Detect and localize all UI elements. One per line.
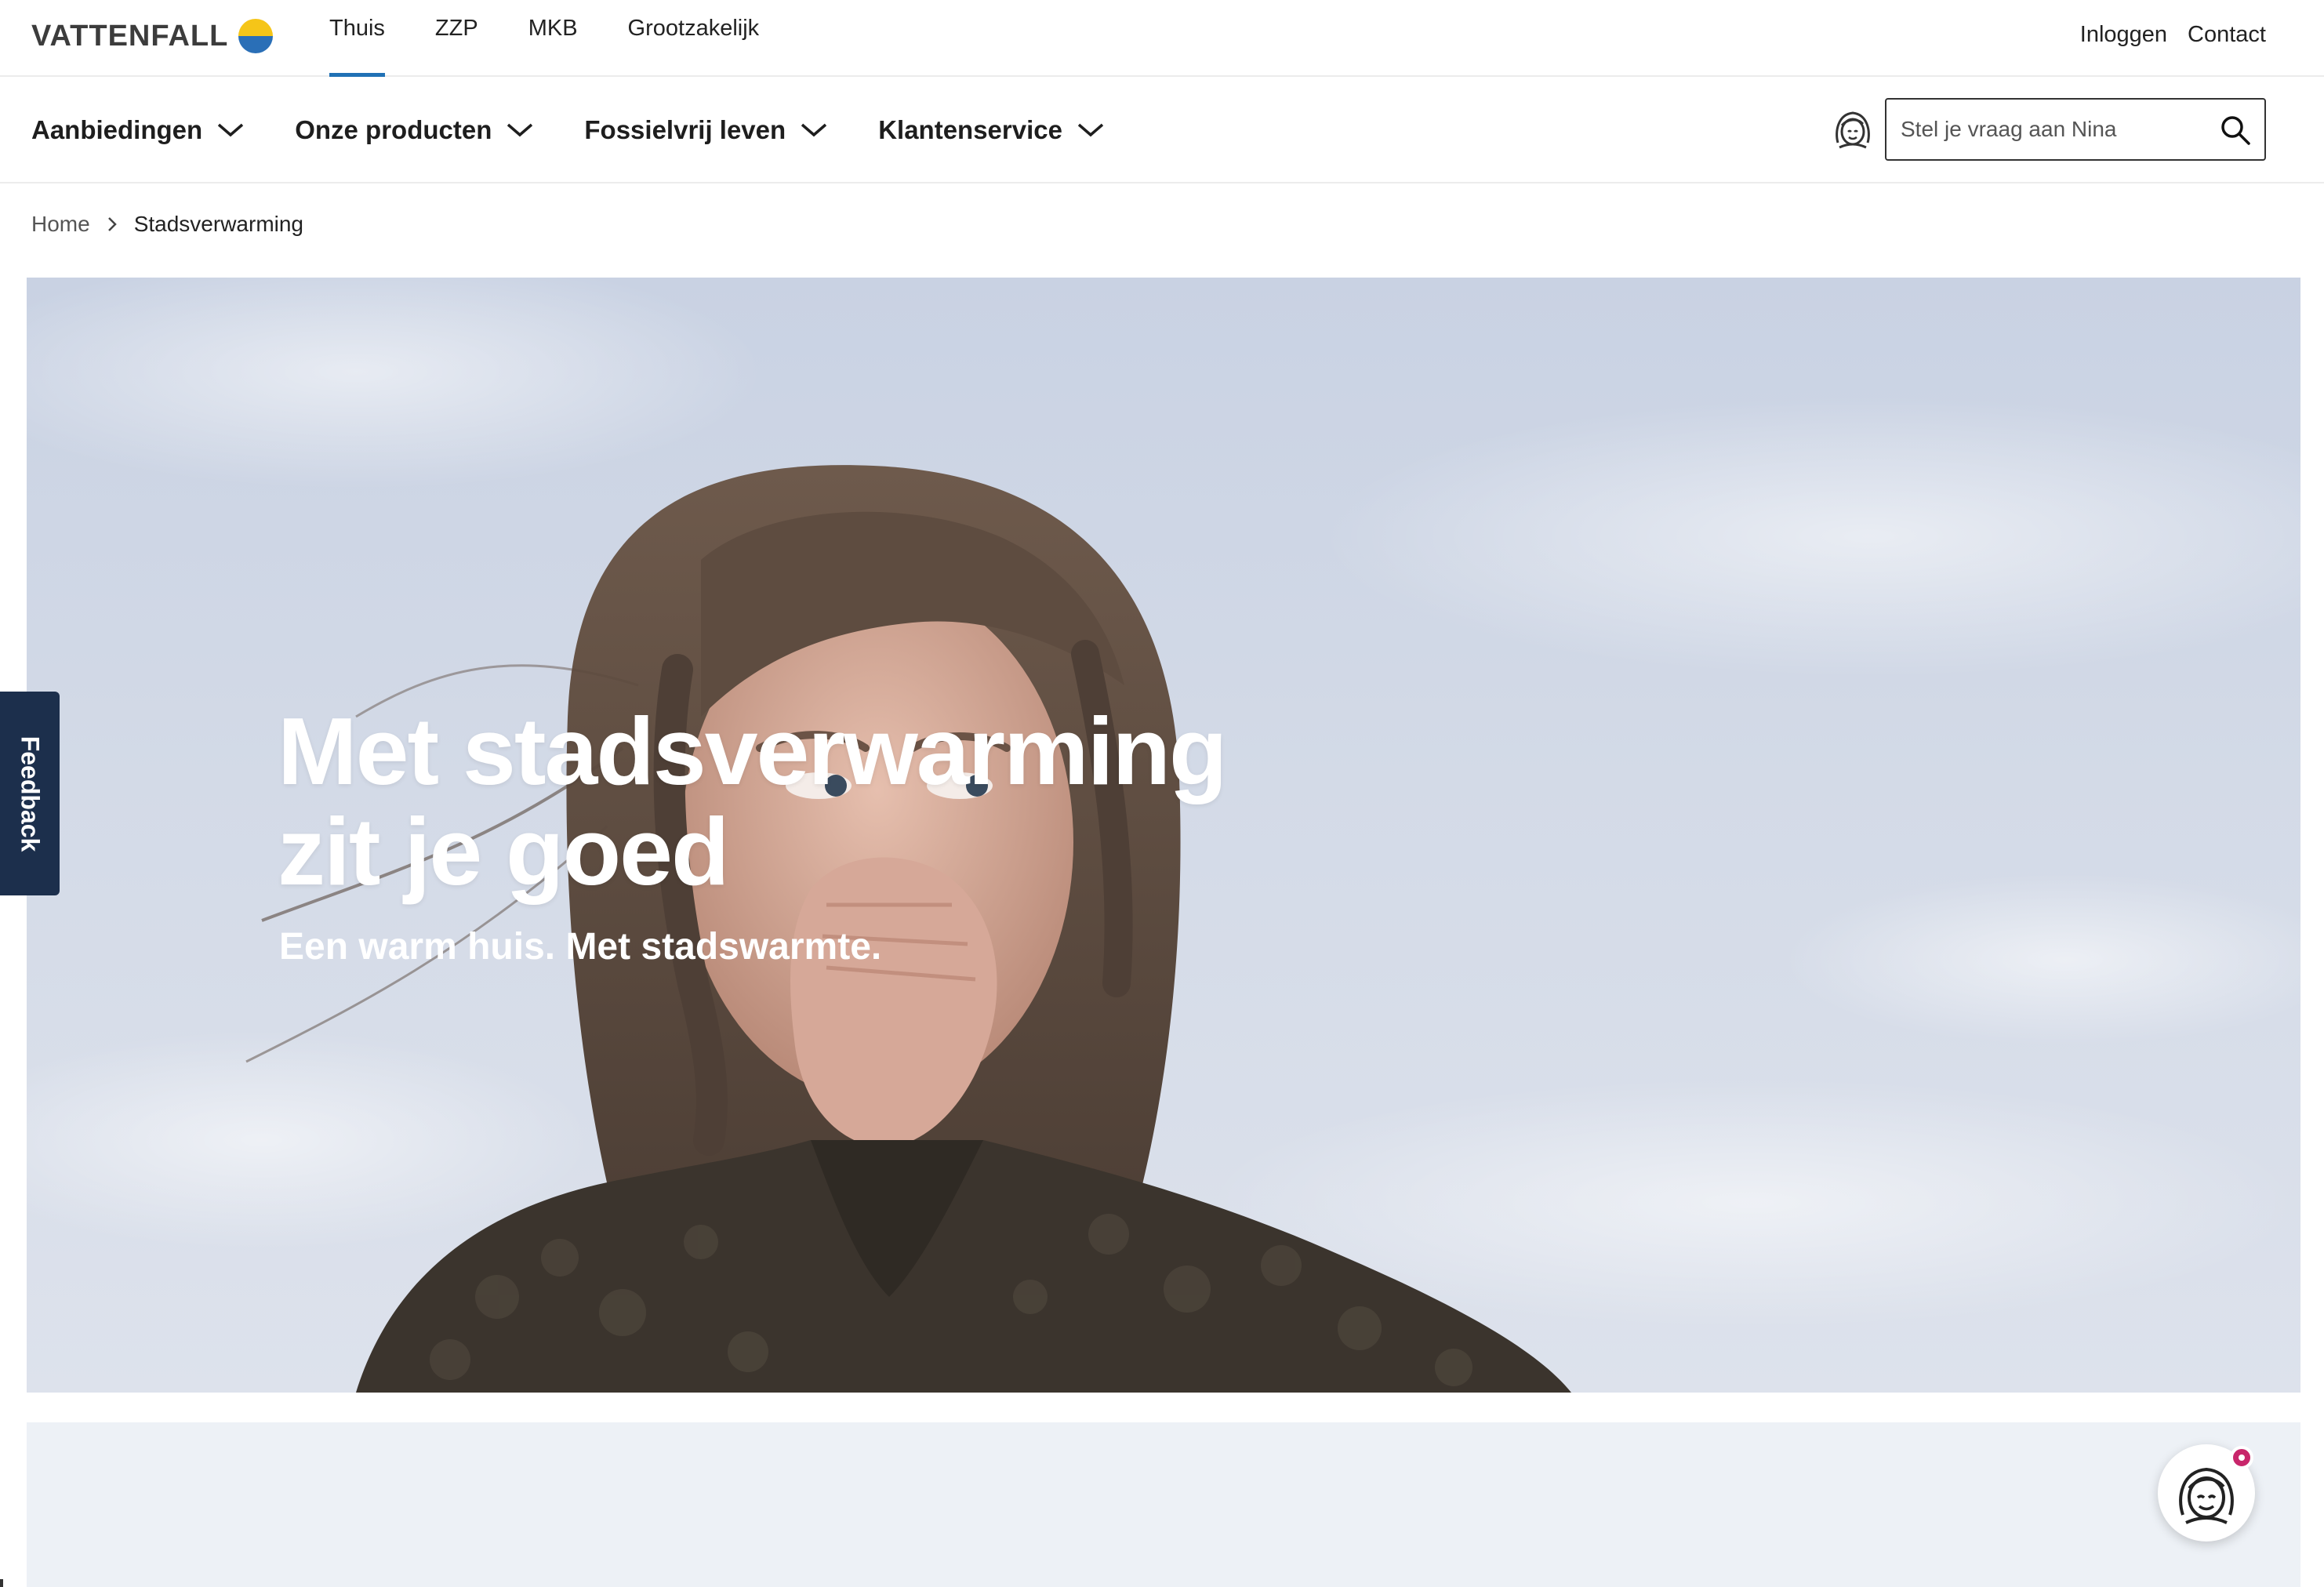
nav-item-klantenservice[interactable]: Klantenservice — [878, 115, 1105, 145]
chat-assistant-button[interactable] — [2158, 1444, 2255, 1542]
top-links: Inloggen Contact — [2080, 22, 2266, 48]
brand-mark-icon — [238, 19, 274, 53]
chevron-down-icon — [507, 123, 533, 137]
nav-item-label: Fossielvrij leven — [584, 115, 786, 144]
notification-badge — [2230, 1446, 2253, 1469]
assistant-face-icon — [1836, 111, 1870, 149]
search-input[interactable] — [1886, 102, 2200, 157]
nav-item-label: Aanbiedingen — [31, 115, 203, 144]
nav-item-fossielvrij-leven[interactable]: Fossielvrij leven — [584, 115, 828, 145]
breadcrumb: Home Stadsverwarming — [31, 209, 303, 240]
hero-title-line-2: zit je goed — [278, 798, 729, 905]
segment-nav: Thuis ZZP MKB Grootzakelijk — [329, 0, 809, 77]
page-corner-mark — [0, 1579, 3, 1587]
login-link[interactable]: Inloggen — [2080, 22, 2167, 48]
contact-link[interactable]: Contact — [2188, 22, 2266, 48]
page: VATTENFALL Thuis ZZP MKB Grootzakelijk I… — [0, 0, 2324, 1587]
breadcrumb-current: Stadsverwarming — [133, 212, 304, 236]
chevron-down-icon — [801, 123, 827, 137]
nav-item-onze-producten[interactable]: Onze producten — [295, 115, 534, 145]
hero-subtitle: Een warm huis. Met stadswarmte. — [279, 926, 882, 968]
segment-tab-thuis[interactable]: Thuis — [329, 0, 385, 77]
assistant-face-icon — [2179, 1467, 2234, 1524]
main-nav: Aanbiedingen Onze producten Fossielvrij … — [0, 77, 2324, 183]
chevron-down-icon — [1077, 123, 1104, 137]
hero-banner: Met stadsverwarming zit je goed Een warm… — [27, 278, 2300, 1393]
breadcrumb-home-link[interactable]: Home — [31, 212, 90, 237]
chevron-right-icon — [107, 217, 117, 231]
nav-item-aanbiedingen[interactable]: Aanbiedingen — [31, 115, 245, 145]
brand-name: VATTENFALL — [31, 19, 229, 53]
chevron-down-icon — [218, 123, 244, 137]
search-icon[interactable] — [2219, 114, 2252, 147]
nav-item-label: Klantenservice — [878, 115, 1062, 144]
feedback-tab[interactable]: Feedback — [0, 692, 60, 895]
assistant-search-box — [1885, 98, 2266, 161]
nav-item-label: Onze producten — [295, 115, 492, 144]
hero-title-line-1: Met stadsverwarming — [278, 698, 1228, 804]
hero-title: Met stadsverwarming zit je goed — [278, 701, 1375, 902]
segment-tab-grootzakelijk[interactable]: Grootzakelijk — [628, 0, 760, 77]
top-bar: VATTENFALL Thuis ZZP MKB Grootzakelijk I… — [0, 0, 2324, 77]
segment-tab-zzp[interactable]: ZZP — [435, 0, 478, 77]
segment-tab-mkb[interactable]: MKB — [528, 0, 578, 77]
brand-logo[interactable]: VATTENFALL — [31, 13, 274, 60]
content-panel — [27, 1422, 2300, 1587]
feedback-label: Feedback — [16, 735, 45, 852]
